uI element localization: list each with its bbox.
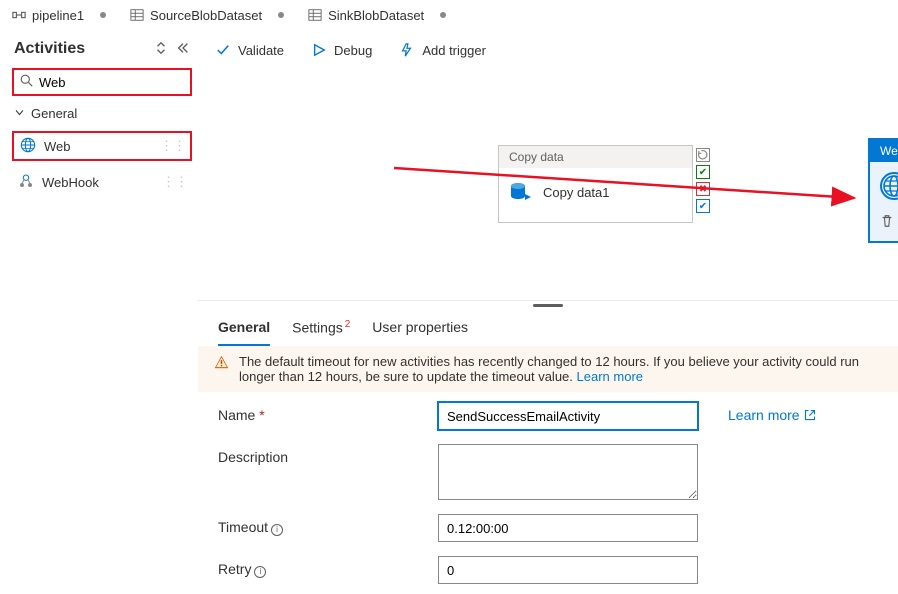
activity-web[interactable]: Web ⋮⋮: [12, 131, 192, 161]
general-form: Name * Learn more Description Timeouti R…: [198, 392, 898, 594]
group-general[interactable]: General: [12, 102, 192, 125]
warning-icon: [214, 355, 229, 373]
webhook-icon: [18, 173, 34, 192]
node-type-label: Copy data: [499, 146, 692, 168]
dirty-indicator: [278, 12, 284, 18]
add-trigger-button[interactable]: Add trigger: [400, 43, 486, 58]
collapse-all-icon[interactable]: [154, 41, 168, 58]
timeout-warning-banner: The default timeout for new activities h…: [198, 346, 898, 392]
validate-label: Validate: [238, 43, 284, 58]
port-pending[interactable]: [696, 148, 710, 162]
group-label: General: [31, 106, 77, 121]
dataset-icon: [130, 8, 144, 22]
globe-icon: [880, 172, 898, 200]
description-input[interactable]: [438, 444, 698, 500]
tab-general[interactable]: General: [218, 313, 270, 346]
activity-webhook[interactable]: WebHook ⋮⋮: [12, 167, 192, 197]
pipeline-canvas[interactable]: Copy data Copy data1 ✔ ✖ ✔: [198, 70, 898, 300]
delete-icon[interactable]: [880, 214, 894, 231]
dirty-indicator: [100, 12, 106, 18]
tab-pipeline1[interactable]: pipeline1: [0, 0, 118, 30]
dirty-indicator: [440, 12, 446, 18]
play-icon: [312, 43, 326, 57]
description-label: Description: [218, 444, 438, 465]
tab-sinkblobdataset[interactable]: SinkBlobDataset: [296, 0, 458, 30]
tab-settings[interactable]: Settings2: [292, 313, 350, 346]
name-input[interactable]: [438, 402, 698, 430]
debug-label: Debug: [334, 43, 372, 58]
pipeline-icon: [12, 8, 26, 22]
learn-more-link[interactable]: Learn more: [708, 402, 878, 423]
grip-icon: ⋮⋮: [160, 138, 186, 154]
properties-pane: General Settings2 User properties The de…: [198, 300, 898, 594]
tab-user-properties[interactable]: User properties: [372, 313, 468, 346]
add-trigger-label: Add trigger: [422, 43, 486, 58]
info-icon[interactable]: i: [254, 566, 266, 578]
timeout-label: Timeouti: [218, 514, 438, 536]
info-icon[interactable]: i: [271, 524, 283, 536]
port-success[interactable]: ✔: [696, 165, 710, 179]
trigger-icon: [400, 43, 414, 57]
retry-input[interactable]: [438, 556, 698, 584]
activities-search-box[interactable]: [12, 68, 192, 96]
editor-tab-bar: pipeline1 SourceBlobDataset SinkBlobData…: [0, 0, 898, 30]
activity-label: WebHook: [42, 175, 99, 190]
chevron-down-icon: [14, 106, 25, 121]
tab-sourceblobdataset[interactable]: SourceBlobDataset: [118, 0, 296, 30]
node-copy-data[interactable]: Copy data Copy data1: [498, 145, 693, 223]
port-failure[interactable]: ✖: [696, 182, 710, 196]
check-icon: [216, 43, 230, 57]
pipeline-toolbar: Validate Debug Add trigger: [198, 30, 898, 70]
activity-label: Web: [44, 139, 71, 154]
node-web-activity[interactable]: Web SendSuccessEmailActivity: [868, 138, 898, 243]
globe-icon: [20, 137, 36, 156]
debug-button[interactable]: Debug: [312, 43, 372, 58]
name-label: Name *: [218, 402, 438, 423]
banner-learn-more-link[interactable]: Learn more: [577, 369, 643, 384]
pane-drag-handle[interactable]: [198, 301, 898, 309]
port-completion[interactable]: ✔: [696, 199, 710, 213]
database-icon: [509, 180, 533, 204]
tab-label: SourceBlobDataset: [150, 8, 262, 23]
node-copy-ports: ✔ ✖ ✔: [696, 148, 710, 213]
properties-tabs: General Settings2 User properties: [198, 309, 898, 346]
search-icon: [20, 74, 33, 90]
activities-search-input[interactable]: [39, 75, 184, 90]
node-type-label: Web: [870, 140, 898, 162]
tab-label: pipeline1: [32, 8, 84, 23]
node-title: Copy data1: [543, 185, 610, 200]
dataset-icon: [308, 8, 322, 22]
retry-label: Retryi: [218, 556, 438, 578]
timeout-input[interactable]: [438, 514, 698, 542]
banner-text: The default timeout for new activities h…: [239, 354, 882, 384]
collapse-panel-icon[interactable]: [176, 41, 190, 58]
validate-button[interactable]: Validate: [216, 43, 284, 58]
external-link-icon: [804, 409, 816, 421]
settings-badge: 2: [345, 319, 351, 330]
grip-icon: ⋮⋮: [162, 174, 188, 190]
activities-title: Activities: [14, 40, 85, 58]
activities-panel: Activities General Web ⋮⋮ W: [0, 30, 198, 594]
tab-label: SinkBlobDataset: [328, 8, 424, 23]
